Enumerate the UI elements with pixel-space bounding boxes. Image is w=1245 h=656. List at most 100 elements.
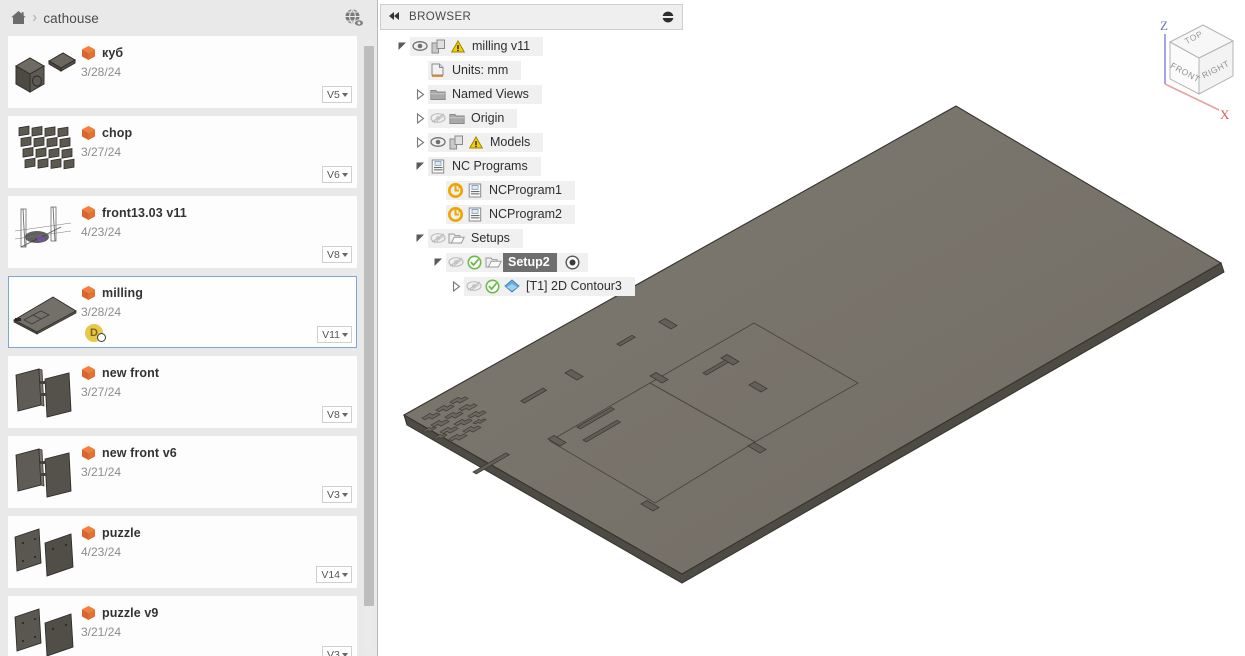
file-card[interactable]: new front 3/27/24 V8 bbox=[8, 356, 357, 428]
version-dropdown[interactable]: V14 bbox=[316, 566, 352, 583]
nc-program-icon bbox=[465, 181, 484, 199]
data-panel-scrollbar[interactable] bbox=[364, 40, 374, 654]
tree-node[interactable]: Setup2 bbox=[380, 252, 683, 272]
tree-node-label[interactable]: NC Programs bbox=[447, 156, 535, 176]
browser-header[interactable]: BROWSER bbox=[380, 4, 683, 30]
file-card[interactable]: front13.03 v11 4/23/24 V8 bbox=[8, 196, 357, 268]
tree-node-content[interactable]: Setup2 bbox=[446, 252, 588, 272]
view-cube[interactable]: Z X TOP FRONT RIGHT bbox=[1133, 12, 1239, 130]
file-title-row: puzzle v9 bbox=[81, 605, 352, 621]
file-list[interactable]: куб 3/28/24 V5 chop 3/27/24 V6 front13.03 v11 4… bbox=[0, 36, 377, 656]
tree-node[interactable]: Models bbox=[380, 132, 683, 152]
collapse-left-icon[interactable] bbox=[388, 11, 404, 24]
scrollbar-thumb[interactable] bbox=[364, 46, 374, 606]
version-label: V5 bbox=[327, 88, 340, 101]
eye-visible-icon[interactable] bbox=[410, 37, 429, 55]
tree-node-label[interactable]: Setup2 bbox=[503, 252, 557, 272]
expand-triangle-open-icon[interactable] bbox=[430, 257, 446, 268]
eye-visible-icon[interactable] bbox=[428, 133, 447, 151]
tree-node-content[interactable]: Models bbox=[428, 132, 544, 152]
expand-triangle-closed-icon[interactable] bbox=[412, 112, 428, 124]
tree-node-label[interactable]: Setups bbox=[466, 228, 517, 248]
check-circle-icon bbox=[465, 253, 484, 271]
chevron-down-icon bbox=[341, 172, 348, 177]
tree-node[interactable]: Named Views bbox=[380, 84, 683, 104]
file-card[interactable]: puzzle 4/23/24 V14 bbox=[8, 516, 357, 588]
file-name[interactable]: куб bbox=[102, 46, 123, 60]
version-dropdown[interactable]: V8 bbox=[322, 406, 352, 423]
eye-hidden-icon[interactable] bbox=[464, 277, 483, 295]
expand-triangle-open-icon[interactable] bbox=[412, 161, 428, 172]
file-name[interactable]: new front v6 bbox=[102, 446, 177, 460]
expand-triangle-closed-icon[interactable] bbox=[412, 136, 428, 148]
avatar[interactable]: D bbox=[85, 324, 109, 344]
file-name[interactable]: milling bbox=[102, 286, 143, 300]
panel-options-icon[interactable] bbox=[662, 11, 674, 23]
tree-node-content[interactable]: NC Programs bbox=[428, 156, 541, 176]
file-card[interactable]: puzzle v9 3/21/24 V3 bbox=[8, 596, 357, 656]
tree-node-content[interactable]: Setups bbox=[428, 228, 523, 248]
tree-node-label[interactable]: Named Views bbox=[447, 84, 536, 104]
cube-orange-icon bbox=[81, 525, 96, 541]
file-title-row: new front v6 bbox=[81, 445, 352, 461]
file-card[interactable]: new front v6 3/21/24 V3 bbox=[8, 436, 357, 508]
tree-node-content[interactable]: milling v11 bbox=[410, 36, 544, 56]
tree-node-content[interactable]: Origin bbox=[428, 108, 518, 128]
browser-tree[interactable]: milling v11 Units: mm Named Views Origin Mod… bbox=[380, 30, 683, 296]
breadcrumb-project-name[interactable]: cathouse bbox=[43, 11, 99, 26]
tree-node-content[interactable]: NCProgram2 bbox=[446, 204, 575, 224]
file-date: 4/23/24 bbox=[81, 225, 122, 239]
file-name[interactable]: puzzle v9 bbox=[102, 606, 158, 620]
tree-node[interactable]: NC Programs bbox=[380, 156, 683, 176]
eye-hidden-icon[interactable] bbox=[428, 109, 447, 127]
file-name[interactable]: new front bbox=[102, 366, 159, 380]
tree-node-label[interactable]: Units: mm bbox=[447, 60, 516, 80]
file-name[interactable]: chop bbox=[102, 126, 132, 140]
tree-node-label[interactable]: NCProgram1 bbox=[484, 180, 569, 200]
nc-program-icon bbox=[428, 157, 447, 175]
globe-visibility-icon[interactable] bbox=[343, 8, 365, 28]
expand-triangle-open-icon[interactable] bbox=[394, 41, 410, 52]
expand-triangle-closed-icon[interactable] bbox=[448, 280, 464, 292]
folder-icon bbox=[428, 85, 447, 103]
file-thumbnail bbox=[9, 197, 81, 267]
version-dropdown[interactable]: V3 bbox=[322, 646, 352, 656]
tree-node-label[interactable]: Origin bbox=[466, 108, 512, 128]
file-name[interactable]: front13.03 v11 bbox=[102, 206, 187, 220]
tree-node[interactable]: NCProgram1 bbox=[380, 180, 683, 200]
eye-hidden-icon[interactable] bbox=[428, 229, 447, 247]
version-dropdown[interactable]: V6 bbox=[322, 166, 352, 183]
setup-folder-icon bbox=[447, 229, 466, 247]
expand-triangle-closed-icon[interactable] bbox=[412, 88, 428, 100]
tree-node-label[interactable]: [T1] 2D Contour3 bbox=[521, 276, 629, 296]
tree-node[interactable]: NCProgram2 bbox=[380, 204, 683, 224]
tree-node[interactable]: [T1] 2D Contour3 bbox=[380, 276, 683, 296]
tree-node-label[interactable]: milling v11 bbox=[467, 36, 538, 56]
file-card-body: new front 3/27/24 V8 bbox=[81, 357, 356, 427]
file-card[interactable]: chop 3/27/24 V6 bbox=[8, 116, 357, 188]
tree-node[interactable]: Origin bbox=[380, 108, 683, 128]
file-card[interactable]: куб 3/28/24 V5 bbox=[8, 36, 357, 108]
version-dropdown[interactable]: V11 bbox=[317, 326, 352, 343]
tree-node-content[interactable]: NCProgram1 bbox=[446, 180, 575, 200]
tree-node-label[interactable]: NCProgram2 bbox=[484, 204, 569, 224]
version-dropdown[interactable]: V3 bbox=[322, 486, 352, 503]
tree-node-content[interactable]: Units: mm bbox=[428, 60, 522, 80]
version-label: V8 bbox=[327, 248, 340, 261]
file-date: 4/23/24 bbox=[81, 545, 122, 559]
eye-hidden-icon[interactable] bbox=[446, 253, 465, 271]
tree-node-content[interactable]: [T1] 2D Contour3 bbox=[464, 276, 635, 296]
tree-node[interactable]: milling v11 bbox=[380, 36, 683, 56]
tree-node-label[interactable]: Models bbox=[485, 132, 538, 152]
version-dropdown[interactable]: V8 bbox=[322, 246, 352, 263]
tree-node[interactable]: Setups bbox=[380, 228, 683, 248]
file-name[interactable]: puzzle bbox=[102, 526, 141, 540]
version-dropdown[interactable]: V5 bbox=[322, 86, 352, 103]
canvas-viewport[interactable]: BROWSER milling v11 Units: mm Named Views O… bbox=[378, 0, 1245, 656]
tree-node[interactable]: Units: mm bbox=[380, 60, 683, 80]
target-icon[interactable] bbox=[563, 253, 582, 271]
expand-triangle-open-icon[interactable] bbox=[412, 233, 428, 244]
file-card[interactable]: milling 3/28/24 D V11 bbox=[8, 276, 357, 348]
tree-node-content[interactable]: Named Views bbox=[428, 84, 542, 104]
home-icon[interactable] bbox=[10, 10, 27, 26]
